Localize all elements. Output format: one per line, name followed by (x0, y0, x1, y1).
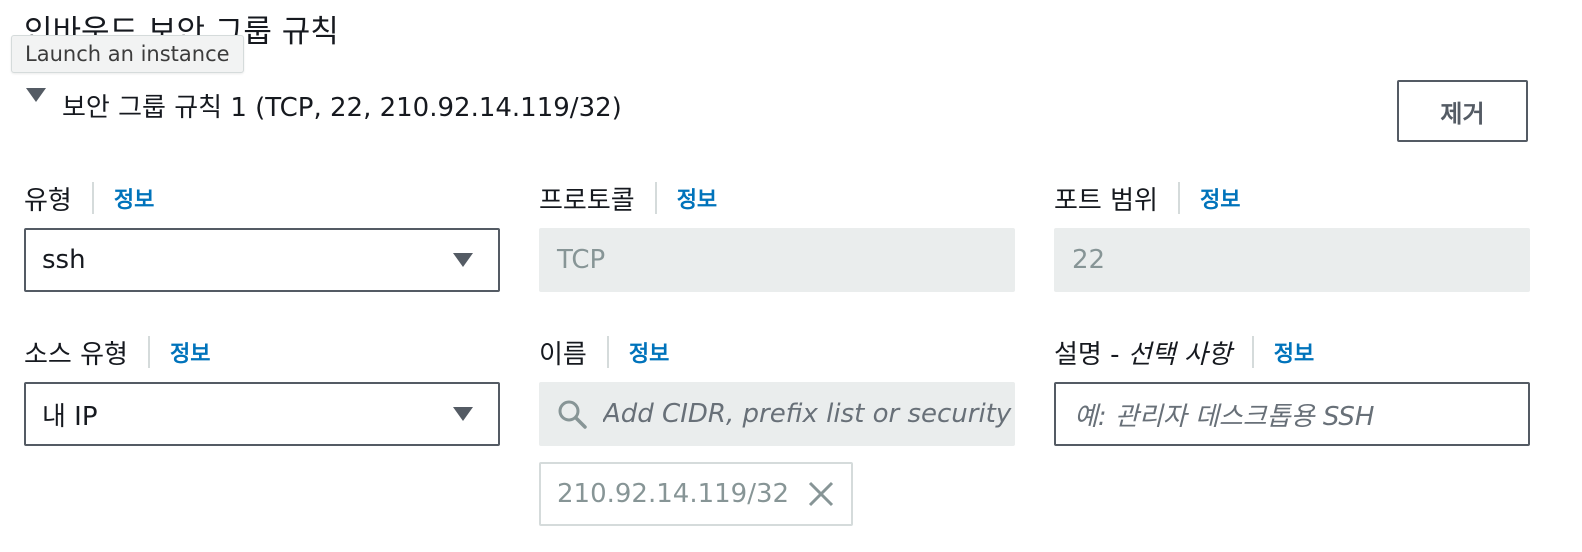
description-label-text: 설명 - (1054, 339, 1128, 370)
cidr-search-input[interactable]: Add CIDR, prefix list or security g (539, 382, 1015, 446)
label-divider (1177, 182, 1180, 214)
type-select-value: ssh (42, 245, 86, 275)
description-label: 설명 - 선택 사항 (1054, 334, 1232, 371)
protocol-field: 프로토콜 정보 TCP (539, 180, 1015, 292)
name-label: 이름 (539, 339, 587, 370)
port-range-info-link[interactable]: 정보 (1200, 182, 1240, 214)
label-divider (654, 182, 657, 214)
port-range-label: 포트 범위 (1054, 185, 1158, 216)
type-info-link[interactable]: 정보 (114, 182, 154, 214)
type-field: 유형 정보 ssh (24, 180, 500, 292)
cidr-search-placeholder: Add CIDR, prefix list or security g (603, 399, 1015, 429)
protocol-info-link[interactable]: 정보 (677, 182, 717, 214)
description-placeholder: 예: 관리자 데스크톱용 SSH (1074, 401, 1375, 432)
port-range-input: 22 (1054, 228, 1530, 292)
protocol-label: 프로토콜 (539, 185, 635, 216)
security-group-rule-editor: 인바운드 보안 그룹 규칙 Launch an instance 보안 그룹 규… (0, 0, 1582, 552)
protocol-input: TCP (539, 228, 1015, 292)
description-label-optional: 선택 사항 (1127, 339, 1232, 370)
port-range-field: 포트 범위 정보 22 (1054, 180, 1530, 292)
name-field: 이름 정보 Add CIDR, prefix list or security … (539, 334, 1015, 446)
triangle-down-icon (453, 253, 473, 267)
search-icon (558, 400, 587, 429)
triangle-down-icon (453, 407, 473, 421)
rule-title: 보안 그룹 규칙 1 (TCP, 22, 210.92.14.119/32) (62, 93, 622, 123)
rule-header: 보안 그룹 규칙 1 (TCP, 22, 210.92.14.119/32) (24, 82, 622, 134)
label-divider (606, 336, 609, 368)
cidr-token-value: 210.92.14.119/32 (557, 479, 790, 509)
source-type-select-value: 내 IP (42, 401, 98, 432)
source-type-field: 소스 유형 정보 내 IP (24, 334, 500, 446)
source-type-info-link[interactable]: 정보 (170, 336, 210, 368)
protocol-value: TCP (557, 245, 606, 275)
type-select[interactable]: ssh (24, 228, 500, 292)
remove-button[interactable]: 제거 (1397, 80, 1528, 142)
caret-down-icon[interactable] (24, 84, 48, 108)
tooltip: Launch an instance (11, 35, 244, 73)
type-label: 유형 (24, 185, 72, 216)
description-input[interactable]: 예: 관리자 데스크톱용 SSH (1054, 382, 1530, 446)
label-divider (91, 182, 94, 214)
source-type-label: 소스 유형 (24, 339, 128, 370)
port-range-value: 22 (1072, 245, 1106, 275)
cidr-token: 210.92.14.119/32 (539, 462, 853, 526)
label-divider (1251, 336, 1254, 368)
source-type-select[interactable]: 내 IP (24, 382, 500, 446)
label-divider (147, 336, 150, 368)
description-info-link[interactable]: 정보 (1274, 336, 1314, 368)
close-icon[interactable] (807, 480, 835, 508)
name-info-link[interactable]: 정보 (629, 336, 669, 368)
description-field: 설명 - 선택 사항 정보 예: 관리자 데스크톱용 SSH (1054, 334, 1530, 446)
